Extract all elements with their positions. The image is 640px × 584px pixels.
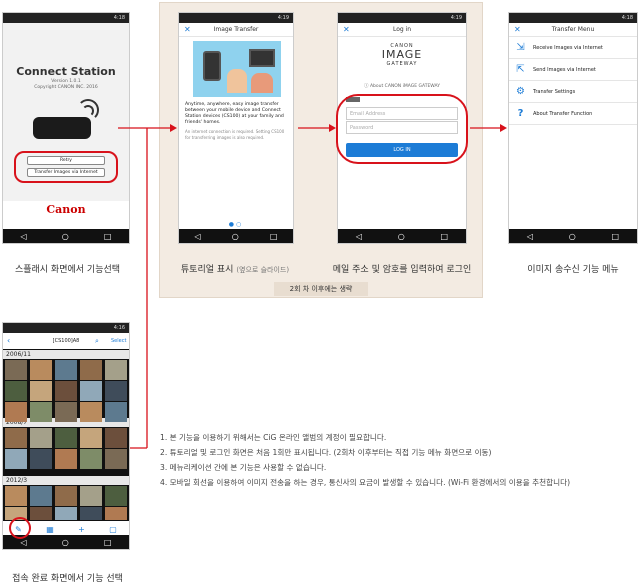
note-line: 2. 튜토리얼 및 로그인 화면은 처음 1회만 표시됩니다. (2회차 이후부… [160, 448, 492, 457]
arrow-head [329, 124, 336, 132]
note-line: 4. 모바일 회선을 이용하여 이미지 전송을 하는 경우, 통신사의 요금이 … [160, 478, 571, 487]
arrow-head [170, 124, 177, 132]
flow-arrows [118, 124, 507, 449]
arrow-head [500, 124, 507, 132]
note-line: 3. 메뉴리케이션 간에 본 기능은 사용할 수 없습니다. [160, 463, 327, 472]
note-line: 1. 본 기능을 이용하기 위해서는 CiG 온라인 앨범의 계정이 필요합니다… [160, 433, 387, 442]
